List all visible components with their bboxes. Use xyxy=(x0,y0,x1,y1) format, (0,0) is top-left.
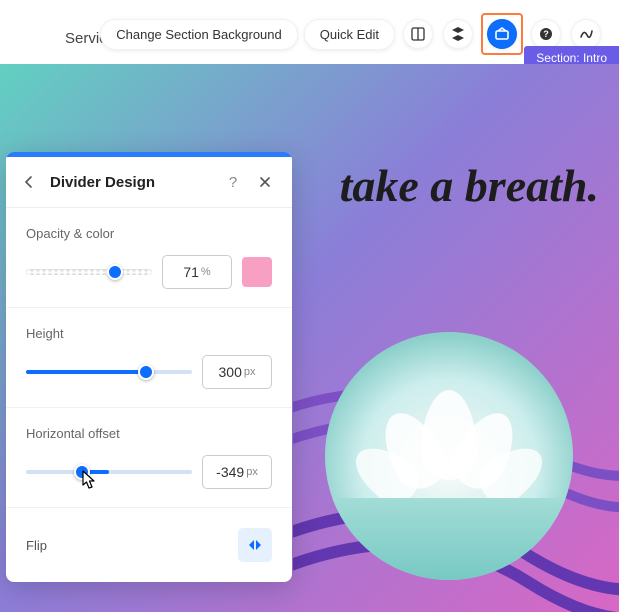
close-icon[interactable] xyxy=(254,171,276,193)
svg-text:?: ? xyxy=(543,29,549,39)
help-icon[interactable]: ? xyxy=(531,19,561,49)
height-value: 300 xyxy=(219,364,242,380)
hoffset-slider[interactable] xyxy=(26,468,192,476)
height-unit: px xyxy=(244,366,256,378)
lotus-image xyxy=(325,332,573,580)
hoffset-value: -349 xyxy=(216,464,244,480)
height-label: Height xyxy=(26,326,272,341)
animation-icon[interactable] xyxy=(571,19,601,49)
flip-button[interactable] xyxy=(238,528,272,562)
opacity-slider[interactable] xyxy=(26,268,152,276)
divider-design-panel: Divider Design ? Opacity & color 71 % He… xyxy=(6,152,292,582)
height-input[interactable]: 300 px xyxy=(202,355,272,389)
back-icon[interactable] xyxy=(18,171,40,193)
hoffset-unit: px xyxy=(246,466,258,478)
hoffset-input[interactable]: -349 px xyxy=(202,455,272,489)
opacity-input[interactable]: 71 % xyxy=(162,255,232,289)
panel-title: Divider Design xyxy=(50,174,212,191)
flip-horizontal-icon xyxy=(247,538,263,552)
color-swatch[interactable] xyxy=(242,257,272,287)
panel-help-icon[interactable]: ? xyxy=(222,171,244,193)
opacity-value: 71 xyxy=(183,264,199,280)
change-background-button[interactable]: Change Section Background xyxy=(100,19,298,50)
opacity-label: Opacity & color xyxy=(26,226,272,241)
hoffset-label: Horizontal offset xyxy=(26,426,272,441)
quick-edit-button[interactable]: Quick Edit xyxy=(304,19,395,50)
flip-label: Flip xyxy=(26,538,47,553)
layout-icon[interactable] xyxy=(403,19,433,49)
opacity-unit: % xyxy=(201,266,211,278)
height-slider[interactable] xyxy=(26,368,192,376)
design-icon[interactable] xyxy=(487,19,517,49)
layers-icon[interactable] xyxy=(443,19,473,49)
